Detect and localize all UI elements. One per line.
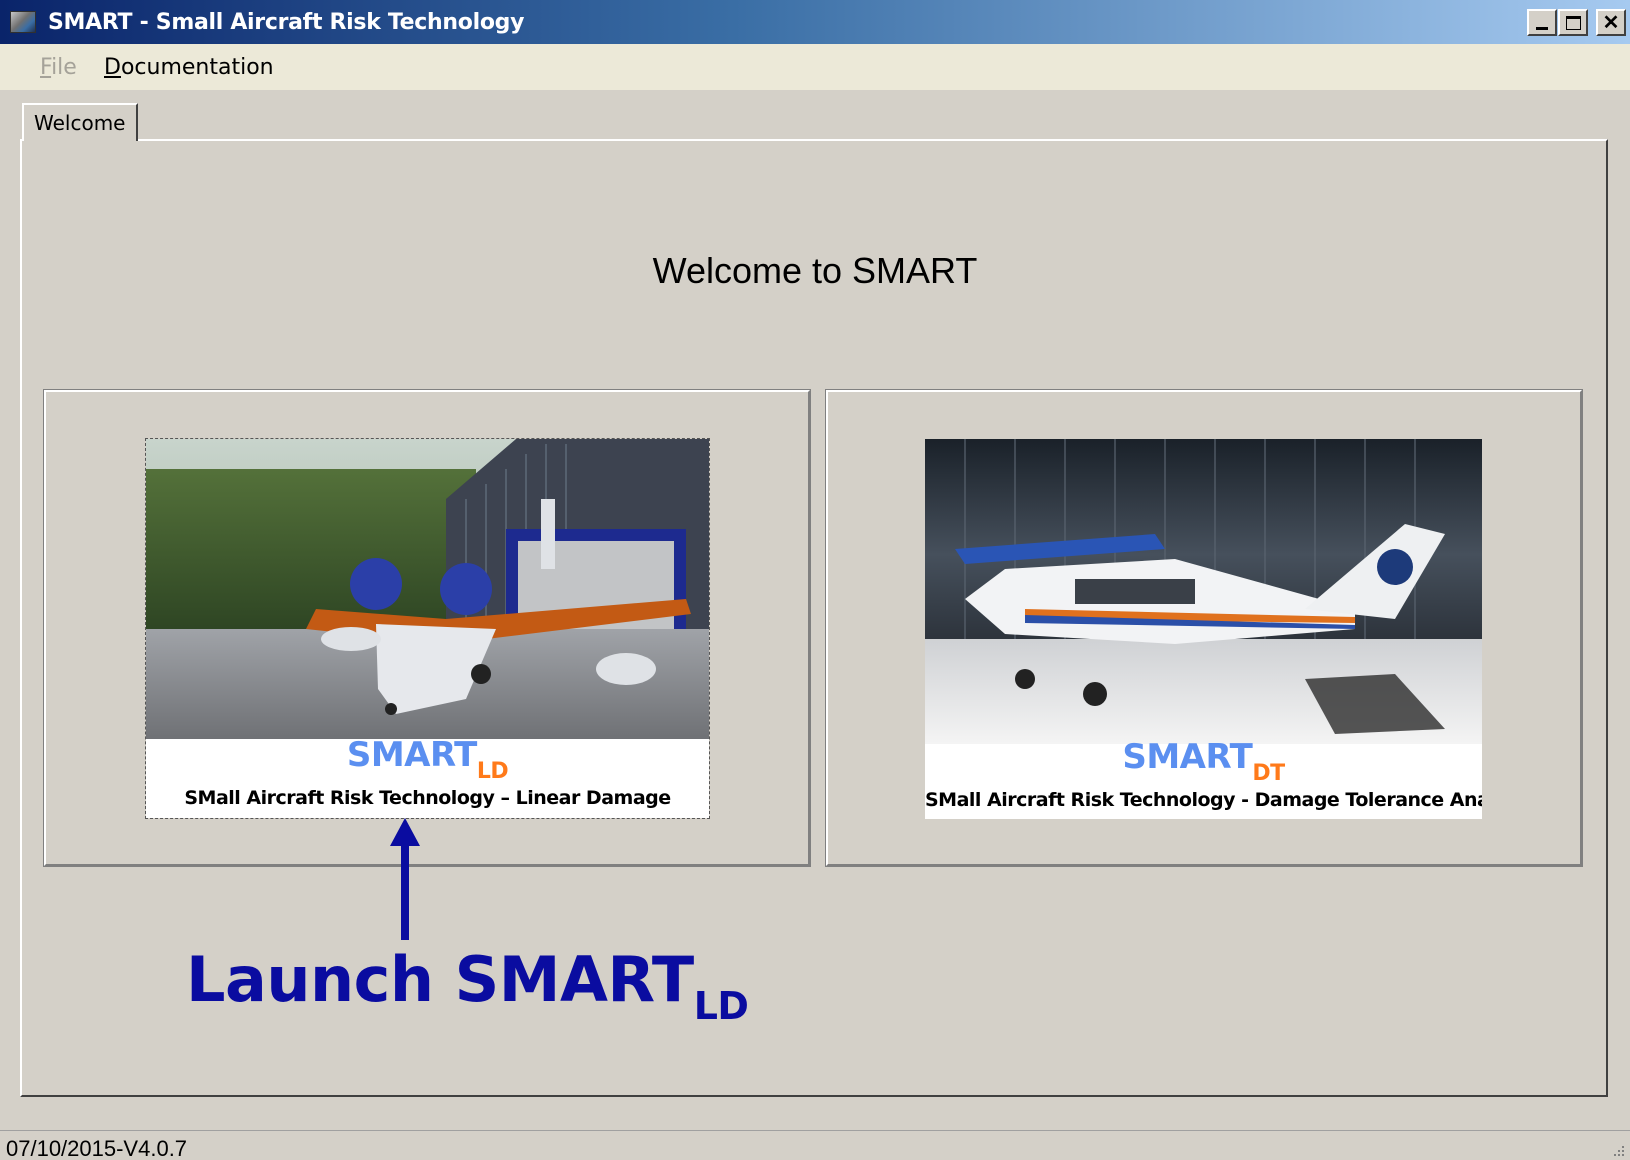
smart-dt-name: SMART	[1122, 737, 1253, 777]
close-icon: ✕	[1602, 11, 1620, 34]
maximize-icon	[1565, 15, 1581, 30]
close-button[interactable]: ✕	[1596, 9, 1626, 36]
window-title: SMART - Small Aircraft Risk Technology	[48, 10, 525, 35]
minimize-button[interactable]	[1527, 9, 1557, 36]
tab-welcome[interactable]: Welcome	[22, 103, 138, 141]
launch-annotation-text: Launch SMART	[186, 943, 694, 1016]
smart-ld-logo: SMARTLD	[146, 735, 709, 784]
maximize-button[interactable]	[1558, 9, 1588, 36]
menu-documentation[interactable]: Documentation	[104, 55, 274, 80]
smart-ld-subscript: LD	[476, 759, 509, 784]
up-arrow-icon	[390, 818, 420, 940]
launch-smart-ld-button[interactable]: SMARTLD SMall Aircraft Risk Technology –…	[145, 438, 710, 819]
smart-ld-name: SMART	[346, 735, 477, 775]
minimize-icon	[1536, 27, 1548, 30]
menu-file[interactable]: File	[40, 55, 77, 80]
cessna-image	[925, 439, 1482, 744]
launch-annotation: Launch SMARTLD	[186, 943, 749, 1028]
title-bar: SMART - Small Aircraft Risk Technology ✕	[0, 0, 1630, 44]
launch-smart-dt-button[interactable]: SMARTDT SMall Aircraft Risk Technology -…	[925, 439, 1482, 819]
welcome-heading: Welcome to SMART	[652, 250, 978, 291]
launch-annotation-subscript: LD	[693, 984, 749, 1028]
smart-dt-subscript: DT	[1252, 761, 1285, 786]
app-icon[interactable]	[10, 11, 36, 33]
version-label: 07/10/2015-V4.0.7	[6, 1136, 188, 1160]
menu-bar: File Documentation	[0, 44, 1630, 90]
smart-dt-caption: SMall Aircraft Risk Technology - Damage …	[925, 789, 1482, 811]
smart-dt-logo: SMARTDT	[925, 737, 1482, 786]
resize-grip-icon[interactable]	[1610, 1142, 1626, 1158]
status-bar: 07/10/2015-V4.0.7	[0, 1130, 1630, 1160]
smart-ld-caption: SMall Aircraft Risk Technology – Linear …	[184, 787, 671, 809]
seaplane-image	[146, 439, 709, 739]
